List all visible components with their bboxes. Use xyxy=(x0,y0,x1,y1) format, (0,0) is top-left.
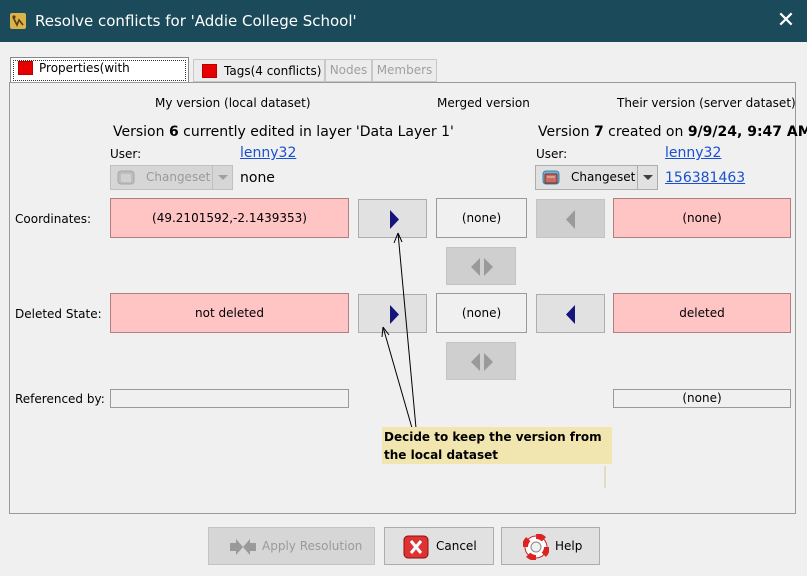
apply-resolution-label: Apply Resolution xyxy=(262,539,363,553)
cancel-icon xyxy=(403,535,429,559)
help-button[interactable]: Help xyxy=(501,527,600,565)
annotation-arrows xyxy=(381,232,606,488)
cancel-label: Cancel xyxy=(436,539,477,553)
annotation-callout: Decide to keep the version from the loca… xyxy=(382,427,612,464)
apply-resolution-button[interactable]: Apply Resolution xyxy=(208,527,375,565)
cancel-button[interactable]: Cancel xyxy=(384,527,494,565)
lifebuoy-help-icon xyxy=(523,534,549,560)
help-label: Help xyxy=(555,539,583,553)
apply-arrows-icon xyxy=(230,539,256,555)
